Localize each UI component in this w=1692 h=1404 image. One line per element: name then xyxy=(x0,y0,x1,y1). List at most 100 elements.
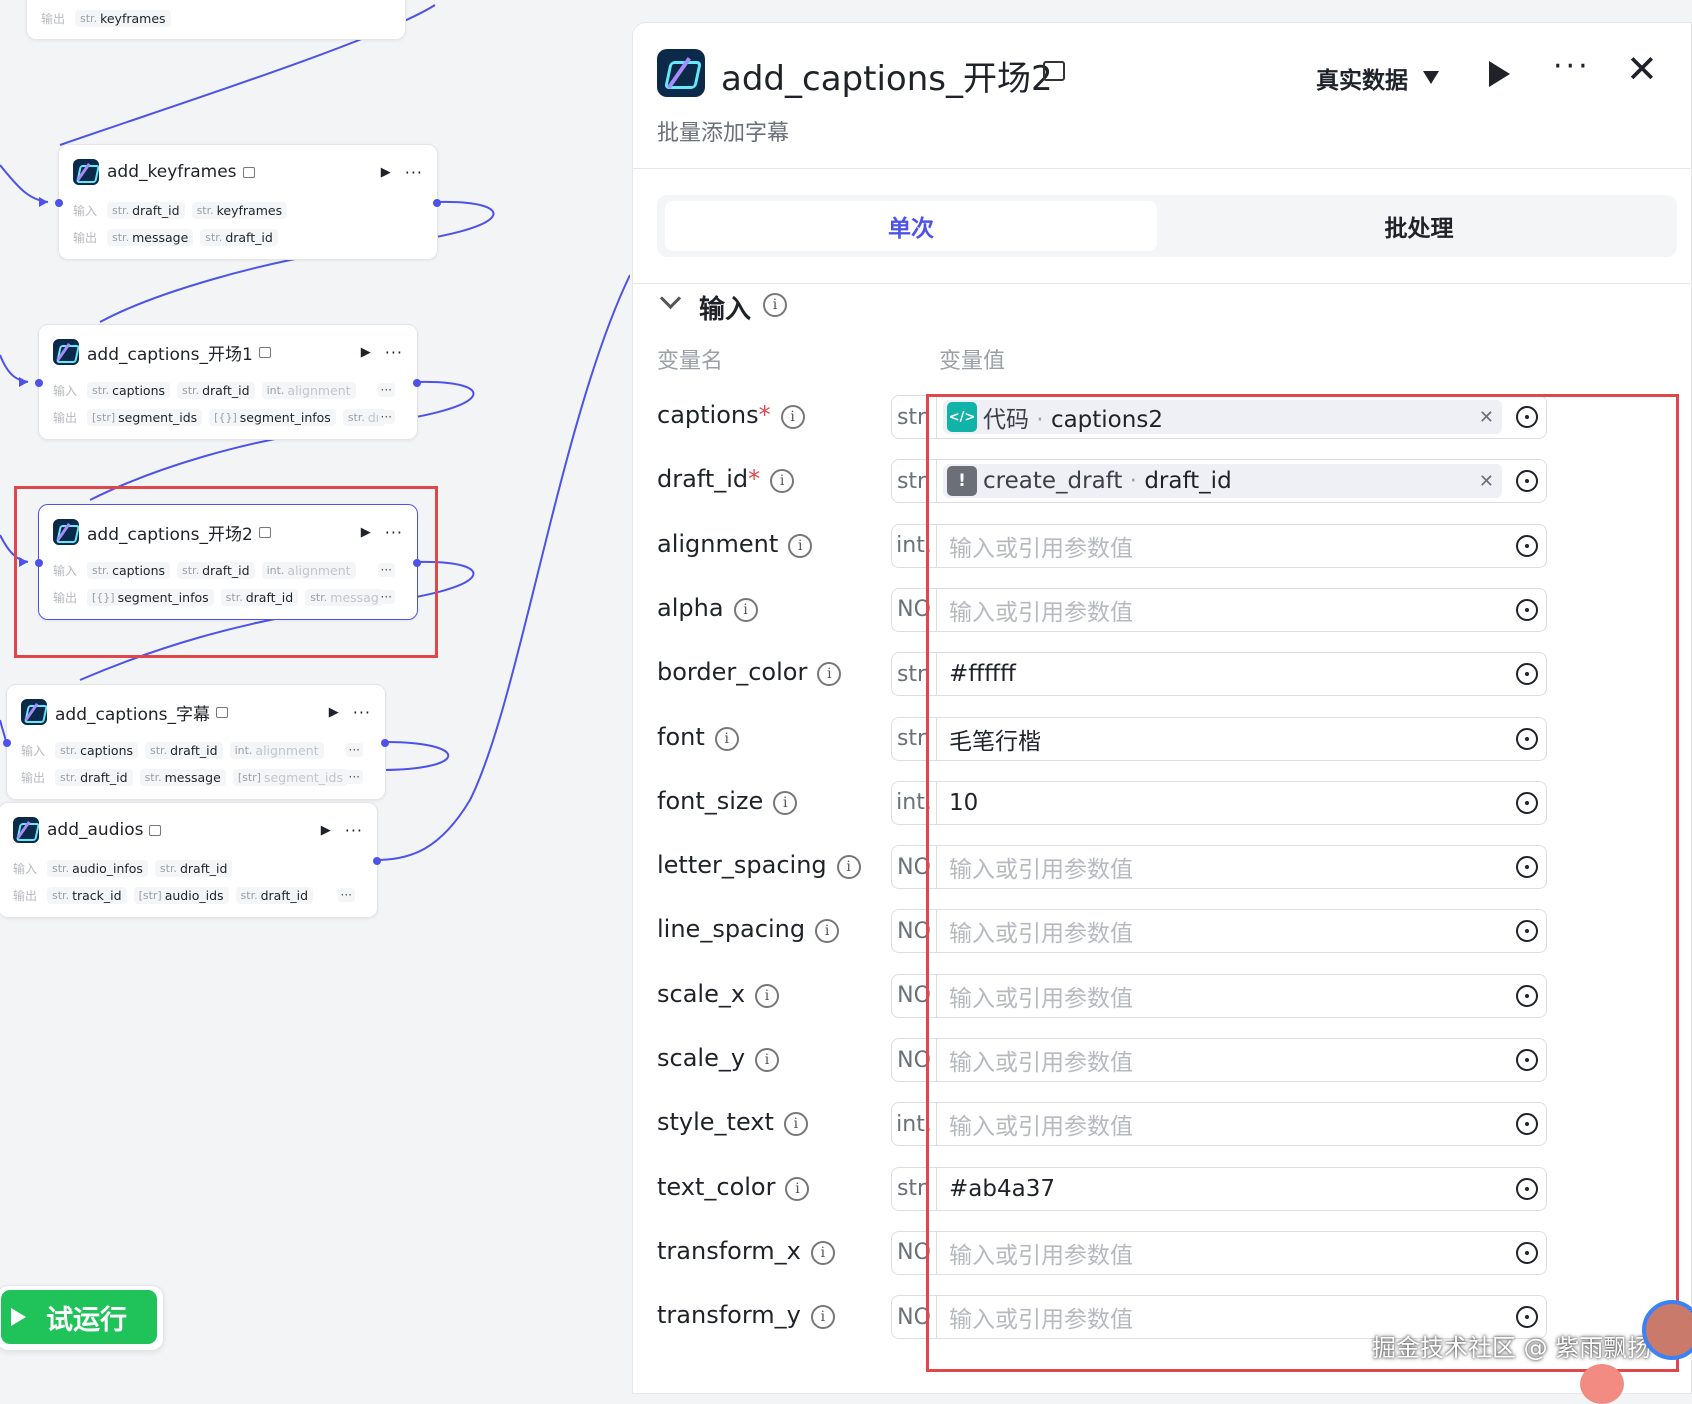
plugin-icon xyxy=(53,339,79,365)
param-name-captions: captions* i xyxy=(657,401,805,431)
info-icon[interactable]: i xyxy=(714,726,739,751)
panel-title[interactable]: add_captions_开场2 xyxy=(721,51,1053,100)
output-port[interactable] xyxy=(413,559,421,567)
param-name-label: alpha xyxy=(657,593,724,622)
edge-arrow xyxy=(39,197,48,207)
param-pill: int. alignment xyxy=(229,741,324,759)
node-run-icon[interactable]: ▶ xyxy=(321,823,331,838)
divider xyxy=(633,168,1691,169)
info-icon[interactable]: i xyxy=(773,790,798,815)
param-name-text-color: text_color i xyxy=(657,1172,810,1203)
plugin-icon xyxy=(13,817,39,843)
info-icon[interactable]: i xyxy=(780,405,805,429)
info-icon[interactable]: i xyxy=(770,469,795,494)
node-output-row: 输出 [str] segment_ids [{}] segment_infos st… xyxy=(53,406,407,428)
param-name-label: text_color xyxy=(657,1172,776,1201)
node-run-icon[interactable]: ▶ xyxy=(381,165,391,180)
info-icon[interactable]: i xyxy=(755,1048,780,1072)
node-more-icon[interactable]: ··· xyxy=(385,523,403,542)
param-pill: str. keyframes xyxy=(75,9,171,27)
node-run-icon[interactable]: ▶ xyxy=(329,705,339,720)
param-pill: str. message xyxy=(107,228,194,246)
node-title: add_captions_开场1 xyxy=(87,344,253,365)
workflow-node-add-audios[interactable]: add_audios ▶ ··· 输入 str. audio_infos str.… xyxy=(0,802,381,918)
input-port[interactable] xyxy=(35,379,43,387)
tab-batch[interactable]: 批处理 xyxy=(1169,201,1669,251)
output-port[interactable] xyxy=(433,199,441,207)
node-output-row: 输出 str. keyframes xyxy=(41,7,395,29)
param-name-scale-y: scale_y i xyxy=(657,1044,780,1074)
row-more-icon[interactable]: ··· xyxy=(377,563,395,577)
param-pill: str. keyframes xyxy=(191,201,288,219)
workflow-canvas[interactable]: 输出 str. keyframes add_keyframes ▶ ··· 输入 … xyxy=(0,0,630,1394)
output-port[interactable] xyxy=(373,857,381,865)
panel-subtitle[interactable]: 批量添加字幕 xyxy=(657,115,789,147)
input-port[interactable] xyxy=(35,559,43,567)
node-more-icon[interactable]: ··· xyxy=(345,821,363,840)
info-icon[interactable]: i xyxy=(783,1112,808,1137)
info-icon[interactable]: i xyxy=(733,597,758,622)
info-icon[interactable]: i xyxy=(810,1305,835,1330)
column-header-value: 变量值 xyxy=(939,349,1006,374)
row-more-icon[interactable]: ··· xyxy=(377,383,395,397)
param-pill: str. draft_id xyxy=(145,741,223,759)
more-icon[interactable]: ··· xyxy=(1553,49,1591,84)
column-header-name: 变量名 xyxy=(657,349,724,374)
info-icon[interactable]: i xyxy=(810,1240,835,1265)
edge-arrow xyxy=(19,377,28,387)
param-name-alpha: alpha i xyxy=(657,594,758,624)
plugin-badge-icon xyxy=(1043,61,1065,81)
output-port[interactable] xyxy=(381,739,389,747)
param-pill: [{}] segment_infos xyxy=(87,588,214,606)
caret-down-icon[interactable] xyxy=(1423,71,1439,84)
row-more-icon[interactable]: ··· xyxy=(345,743,363,757)
close-icon[interactable]: ✕ xyxy=(1626,47,1658,91)
param-name-label: scale_y xyxy=(657,1044,746,1072)
node-run-icon[interactable]: ▶ xyxy=(361,345,371,360)
node-more-icon[interactable]: ··· xyxy=(353,703,371,722)
chevron-down-icon[interactable] xyxy=(659,287,682,310)
param-name-label: transform_y xyxy=(657,1301,801,1330)
node-more-icon[interactable]: ··· xyxy=(405,163,423,182)
row-more-icon[interactable]: ··· xyxy=(377,590,395,604)
row-more-icon[interactable]: ··· xyxy=(377,410,395,424)
row-label: 输入 xyxy=(53,383,78,398)
info-icon[interactable]: i xyxy=(836,855,861,880)
info-icon[interactable]: i xyxy=(763,293,787,317)
info-icon[interactable]: i xyxy=(817,662,842,687)
workflow-node-add-captions-2[interactable]: add_captions_开场2 ▶ ··· 输入 str. captions s… xyxy=(35,504,421,620)
data-mode-select[interactable]: 真实数据 xyxy=(1316,61,1408,95)
info-icon[interactable]: i xyxy=(785,1176,810,1201)
edge xyxy=(0,354,29,383)
node-run-icon[interactable]: ▶ xyxy=(361,525,371,540)
info-icon[interactable]: i xyxy=(788,533,813,558)
input-port[interactable] xyxy=(55,199,63,207)
section-title: 输入 xyxy=(699,295,752,325)
workflow-node-add-captions-1[interactable]: add_captions_开场1 ▶ ··· 输入 str. captions s… xyxy=(35,324,421,440)
tab-single[interactable]: 单次 xyxy=(665,201,1157,251)
plugin-badge-icon xyxy=(258,526,271,538)
param-pill: str. audio_infos xyxy=(47,859,148,877)
row-more-icon[interactable]: ··· xyxy=(345,770,363,784)
param-pill: str. draft_id xyxy=(235,886,314,904)
workflow-node-add-captions-subtitle[interactable]: add_captions_字幕 ▶ ··· 输入 str. captions st… xyxy=(3,684,389,800)
plugin-badge-icon xyxy=(215,706,228,718)
node-title: add_keyframes xyxy=(107,162,237,182)
node-more-icon[interactable]: ··· xyxy=(385,343,403,362)
test-run-button[interactable]: 试运行 xyxy=(0,1285,164,1351)
workflow-node-add-keyframes[interactable]: add_keyframes ▶ ··· 输入 str. draft_id str.… xyxy=(55,144,441,260)
run-icon[interactable] xyxy=(1489,61,1510,87)
row-label: 输入 xyxy=(53,563,78,578)
info-icon[interactable]: i xyxy=(815,919,840,944)
row-label: 输出 xyxy=(41,11,66,26)
watermark: 掘金技术社区 @ 紫雨飘扬 xyxy=(1372,1334,1652,1362)
fields-highlight-box xyxy=(926,394,1679,1372)
param-pill: str. draft_id xyxy=(200,228,278,246)
play-icon xyxy=(11,1308,26,1326)
workflow-node[interactable]: 输出 str. keyframes xyxy=(26,0,406,40)
row-more-icon[interactable]: ··· xyxy=(337,888,355,902)
output-port[interactable] xyxy=(413,379,421,387)
plugin-icon xyxy=(53,519,79,545)
info-icon[interactable]: i xyxy=(755,983,780,1008)
input-port[interactable] xyxy=(3,739,11,747)
